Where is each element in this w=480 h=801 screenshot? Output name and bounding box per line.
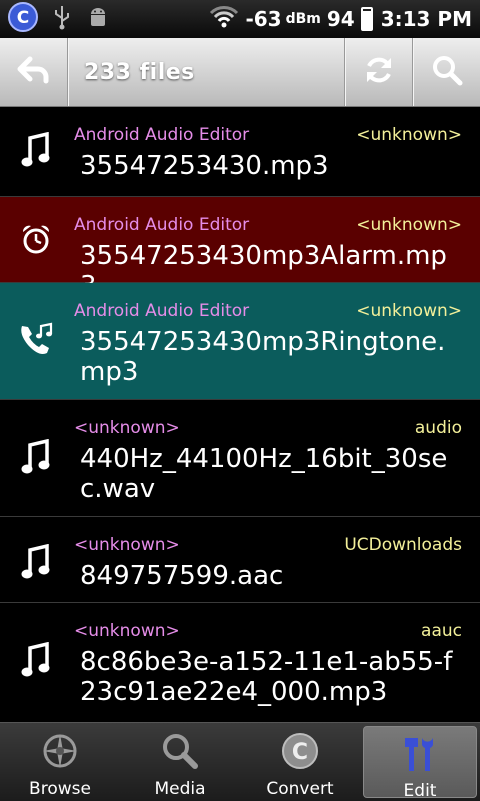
alarm-clock-icon <box>14 217 58 261</box>
tab-browse[interactable]: Browse <box>0 723 120 801</box>
bottom-tab-bar: Browse Media C Convert Edit <box>0 722 480 801</box>
file-row[interactable]: <unknown> UCDownloads 849757599.aac <box>0 517 480 603</box>
file-list[interactable]: Android Audio Editor <unknown> 355472534… <box>0 107 480 722</box>
file-artist: <unknown> <box>74 621 180 641</box>
wifi-icon <box>209 5 239 33</box>
file-album: <unknown> <box>356 125 462 145</box>
tab-label: Convert <box>266 779 334 799</box>
status-bar: C -63 dBm 94 3:13 PM <box>0 0 480 38</box>
refresh-button[interactable] <box>344 38 412 106</box>
svg-text:C: C <box>292 740 308 765</box>
music-note-icon <box>14 639 58 683</box>
back-button[interactable] <box>0 38 68 106</box>
search-button[interactable] <box>412 38 480 106</box>
file-row[interactable]: <unknown> audio 440Hz_44100Hz_16bit_30se… <box>0 400 480 517</box>
convert-icon: C <box>280 731 320 775</box>
usb-icon <box>52 4 72 34</box>
file-name: 440Hz_44100Hz_16bit_30sec.wav <box>80 444 448 504</box>
tab-edit[interactable]: Edit <box>363 726 477 801</box>
search-icon <box>160 731 200 775</box>
file-row[interactable]: Android Audio Editor <unknown> 355472534… <box>0 197 480 301</box>
signal-strength: -63 <box>245 7 282 31</box>
tab-convert[interactable]: C Convert <box>240 723 360 801</box>
tools-icon <box>400 735 440 777</box>
file-artist: Android Audio Editor <box>74 301 250 321</box>
tab-label: Browse <box>29 779 91 799</box>
search-icon <box>431 54 463 90</box>
file-album: audio <box>414 418 462 438</box>
signal-unit: dBm <box>285 11 321 27</box>
file-name: 35547253430.mp3 <box>80 151 329 181</box>
music-note-icon <box>14 129 58 173</box>
file-album: UCDownloads <box>344 535 462 555</box>
android-debug-icon <box>86 5 110 33</box>
battery-level: 94 <box>326 7 355 31</box>
file-row[interactable]: Android Audio Editor <unknown> 355472534… <box>0 283 480 400</box>
file-name: 8c86be3e-a152-11e1-ab55-f23c91ae22e4_000… <box>80 647 453 707</box>
file-count-title: 233 files <box>84 59 195 85</box>
file-name: 849757599.aac <box>80 561 284 591</box>
file-artist: Android Audio Editor <box>74 215 250 235</box>
tab-label: Media <box>154 779 206 799</box>
refresh-icon <box>363 54 395 90</box>
file-name: 35547253430mp3Ringtone.mp3 <box>80 327 446 387</box>
app-logo-icon: C <box>8 2 38 36</box>
tab-label: Edit <box>403 781 437 801</box>
file-artist: Android Audio Editor <box>74 125 250 145</box>
ringtone-phone-icon <box>14 317 58 361</box>
file-artist: <unknown> <box>74 535 180 555</box>
svg-text:C: C <box>17 8 29 28</box>
tab-media[interactable]: Media <box>120 723 240 801</box>
file-album: <unknown> <box>356 301 462 321</box>
battery-icon <box>360 7 373 31</box>
back-arrow-icon <box>16 55 52 89</box>
music-note-icon <box>14 436 58 480</box>
compass-icon <box>40 731 80 775</box>
file-album: aauc <box>421 621 462 641</box>
file-row[interactable]: <unknown> aauc 8c86be3e-a152-11e1-ab55-f… <box>0 603 480 722</box>
file-row[interactable]: Android Audio Editor <unknown> 355472534… <box>0 107 480 197</box>
music-note-icon <box>14 541 58 585</box>
clock: 3:13 PM <box>380 7 472 31</box>
toolbar: 233 files <box>0 38 480 107</box>
file-album: <unknown> <box>356 215 462 235</box>
file-artist: <unknown> <box>74 418 180 438</box>
